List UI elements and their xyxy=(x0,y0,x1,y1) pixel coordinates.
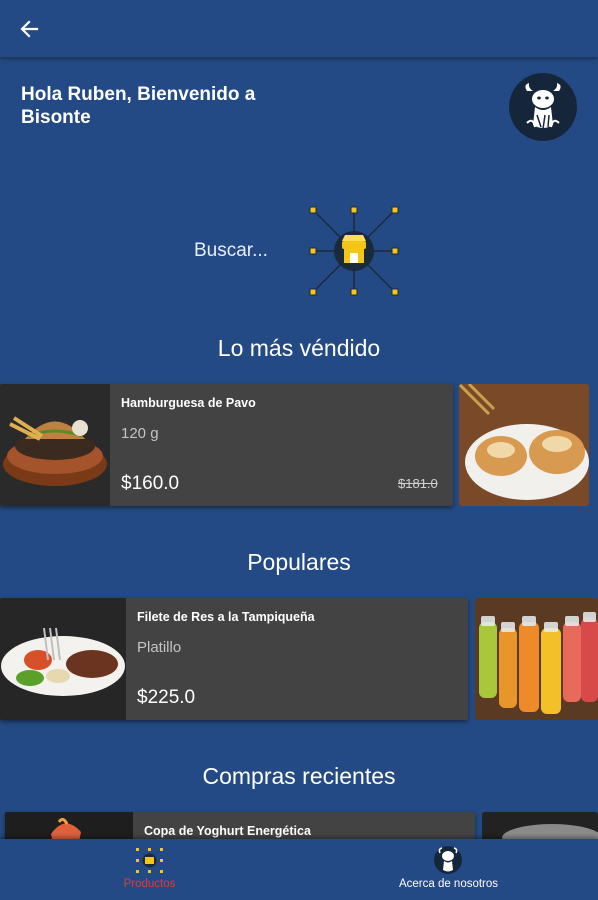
product-image xyxy=(0,384,110,506)
product-image xyxy=(0,598,126,720)
nav-label-acerca-de-nosotros: Acerca de nosotros xyxy=(398,878,499,890)
nav-item-productos[interactable]: Productos xyxy=(0,839,299,900)
product-image xyxy=(475,598,598,720)
greeting-text: Hola Ruben, Bienvenido a Bisonte xyxy=(21,83,321,129)
app-bar xyxy=(0,0,598,57)
nav-label-productos: Productos xyxy=(123,878,176,890)
product-price: $225.0 xyxy=(137,687,196,708)
back-button[interactable] xyxy=(14,14,44,44)
bottom-navigation: Productos Acerca de nosotros xyxy=(0,839,598,900)
product-name: Hamburguesa de Pavo xyxy=(121,396,256,410)
search-button[interactable] xyxy=(306,203,402,299)
product-card-best-seller[interactable]: Hamburguesa de Pavo 120 g $160.0 $181.0 xyxy=(0,384,453,506)
product-card-best-seller-next[interactable] xyxy=(459,384,589,506)
bisonte-logo[interactable] xyxy=(509,73,577,141)
store-search-icon xyxy=(309,206,399,296)
product-card-popular-next[interactable] xyxy=(475,598,598,720)
bison-logo-icon xyxy=(434,846,462,874)
search-label[interactable]: Buscar... xyxy=(194,240,268,262)
bison-logo-icon xyxy=(525,83,561,130)
product-name: Filete de Res a la Tampiqueña xyxy=(137,610,315,624)
product-card-popular[interactable]: Filete de Res a la Tampiqueña Platillo $… xyxy=(0,598,468,720)
arrow-back-icon xyxy=(20,20,39,38)
section-title-best-sellers: Lo más véndido xyxy=(217,335,381,361)
section-title-popular: Populares xyxy=(247,549,351,575)
greeting-line-2: Bisonte xyxy=(21,107,91,128)
greeting-line-1: Hola Ruben, Bienvenido a xyxy=(21,84,256,105)
nav-item-acerca-de-nosotros[interactable]: Acerca de nosotros xyxy=(299,839,598,900)
product-image xyxy=(459,384,589,506)
product-name: Copa de Yoghurt Energética xyxy=(144,824,311,838)
store-icon xyxy=(136,848,163,873)
product-price: $160.0 xyxy=(121,473,180,494)
section-title-recent: Compras recientes xyxy=(202,763,396,789)
product-detail: Platillo xyxy=(137,639,182,656)
product-detail: 120 g xyxy=(121,425,159,442)
product-old-price: $181.0 xyxy=(398,476,438,491)
